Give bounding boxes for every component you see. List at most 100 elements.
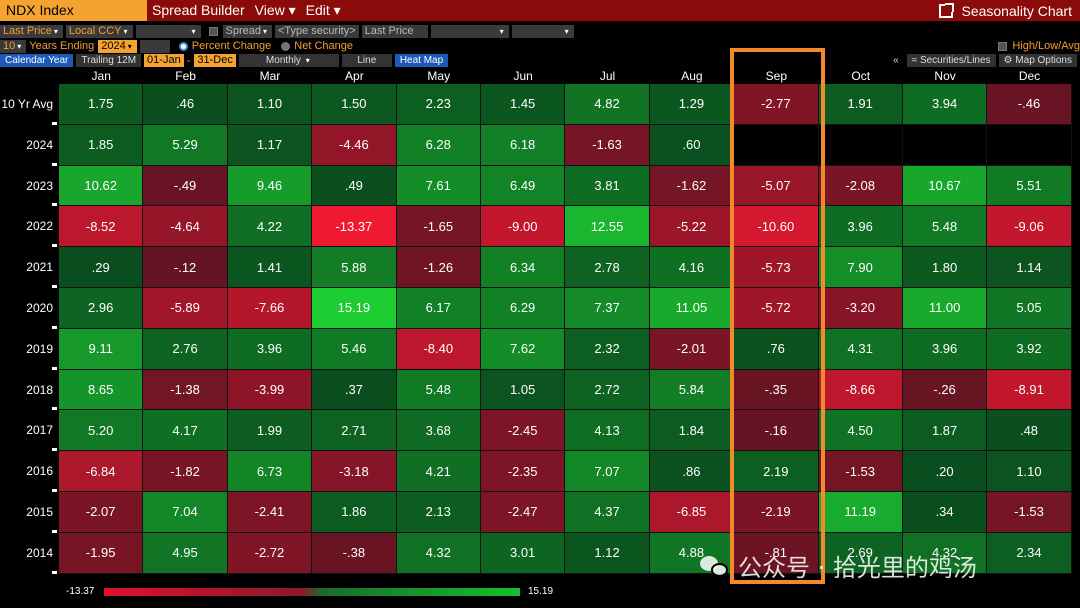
collapse-button[interactable]: « <box>888 54 904 67</box>
heat-map-cell[interactable]: -8.40 <box>396 328 481 370</box>
heat-map-cell[interactable]: .49 <box>312 165 397 207</box>
heat-map-cell[interactable]: 4.31 <box>818 328 903 370</box>
heat-map-cell[interactable]: 7.90 <box>818 247 903 288</box>
heat-map-cell[interactable]: 15.19 <box>312 287 397 329</box>
high-low-avg-checkbox[interactable] <box>998 41 1008 51</box>
heat-map-cell[interactable]: -5.07 <box>734 165 819 207</box>
heat-map-cell[interactable]: -13.37 <box>312 206 397 248</box>
heat-map-cell[interactable]: 1.05 <box>480 369 566 411</box>
heat-map-cell[interactable]: -1.82 <box>143 451 228 492</box>
heat-map-cell[interactable]: -9.00 <box>480 206 566 248</box>
heat-map-cell[interactable]: -3.99 <box>227 369 313 411</box>
heat-map-cell[interactable]: -8.52 <box>59 206 144 248</box>
edit-menu[interactable]: Edit ▾ <box>301 0 346 21</box>
heat-map-cell[interactable]: 8.65 <box>59 369 144 411</box>
heat-map-cell[interactable]: -2.41 <box>227 491 313 533</box>
heat-map-cell[interactable]: 9.46 <box>227 165 313 207</box>
heat-map-cell[interactable]: 5.48 <box>902 206 988 248</box>
start-date-field[interactable]: 01-Jan <box>144 54 184 67</box>
heat-map-cell[interactable]: -7.66 <box>227 287 313 329</box>
heat-map-cell[interactable]: -2.47 <box>480 491 566 533</box>
heat-map-cell[interactable]: 1.86 <box>312 491 397 533</box>
heat-map-cell[interactable]: .29 <box>59 247 144 288</box>
heat-map-cell[interactable]: 6.29 <box>480 287 566 329</box>
line-button[interactable]: Line <box>341 54 392 67</box>
heat-map-cell[interactable]: 3.68 <box>396 410 481 452</box>
heat-map-cell[interactable]: 3.01 <box>480 532 566 574</box>
heat-map-cell[interactable]: 1.87 <box>902 410 988 452</box>
price-field-select[interactable]: Last Price ▾ <box>0 24 63 38</box>
heat-map-cell[interactable]: -.38 <box>312 532 397 574</box>
currency-select[interactable]: Local CCY ▾ <box>65 24 133 38</box>
heat-map-cell[interactable]: 1.84 <box>649 410 735 452</box>
heat-map-cell[interactable]: 9.11 <box>59 328 144 370</box>
heat-map-cell[interactable]: 4.37 <box>565 491 650 533</box>
heat-map-cell[interactable]: 1.41 <box>227 247 313 288</box>
heat-map-cell[interactable]: 4.16 <box>649 247 735 288</box>
third-select[interactable]: ▾ <box>511 24 574 38</box>
heat-map-cell[interactable]: 7.61 <box>396 165 481 207</box>
heat-map-cell[interactable]: 1.10 <box>227 84 313 125</box>
heat-map-cell[interactable]: 10.67 <box>902 165 988 207</box>
heat-map-cell[interactable]: 1.14 <box>987 247 1072 288</box>
heat-map-cell[interactable]: 1.17 <box>227 124 313 166</box>
heat-map-cell[interactable]: 1.50 <box>312 84 397 125</box>
heat-map-cell[interactable]: 7.04 <box>143 491 228 533</box>
heat-map-cell[interactable]: -.26 <box>902 369 988 411</box>
heat-map-cell[interactable]: 3.92 <box>987 328 1072 370</box>
heat-map-cell[interactable]: 3.96 <box>227 328 313 370</box>
spread-checkbox[interactable] <box>208 26 218 36</box>
heat-map-cell[interactable]: -6.84 <box>59 451 144 492</box>
heat-map-cell[interactable]: .34 <box>902 491 988 533</box>
heat-map-cell[interactable]: 4.21 <box>396 451 481 492</box>
heat-map-cell[interactable]: .48 <box>987 410 1072 452</box>
heat-map-cell[interactable]: -2.08 <box>818 165 903 207</box>
second-price-select[interactable]: Last Price <box>361 24 428 38</box>
heat-map-cell[interactable]: 2.23 <box>396 84 481 125</box>
heat-map-cell[interactable]: -10.60 <box>734 206 819 248</box>
second-currency-select[interactable]: ▾ <box>430 24 509 38</box>
frequency-select[interactable]: Monthly ▾ <box>238 54 339 67</box>
heat-map-cell[interactable]: -2.72 <box>227 532 313 574</box>
heat-map-cell[interactable]: 1.29 <box>649 84 735 125</box>
heat-map-cell[interactable]: 1.10 <box>987 451 1072 492</box>
heat-map-cell[interactable]: 6.73 <box>227 451 313 492</box>
heat-map-cell[interactable]: 2.71 <box>312 410 397 452</box>
heat-map-cell[interactable]: -5.22 <box>649 206 735 248</box>
heat-map-cell[interactable]: -1.63 <box>565 124 650 166</box>
heat-map-cell[interactable]: .60 <box>649 124 735 166</box>
heat-map-cell[interactable]: 2.34 <box>987 532 1072 574</box>
heat-map-cell[interactable]: -2.45 <box>480 410 566 452</box>
heat-map-cell[interactable]: -2.19 <box>734 491 819 533</box>
heat-map-cell[interactable]: 2.76 <box>143 328 228 370</box>
heat-map-cell[interactable]: 4.17 <box>143 410 228 452</box>
heat-map-cell[interactable]: -3.20 <box>818 287 903 329</box>
spread-builder-menu[interactable]: Spread Builder <box>147 0 250 21</box>
calendar-year-button[interactable]: Calendar Year <box>0 54 74 67</box>
heat-map-cell[interactable]: -.46 <box>987 84 1072 125</box>
heat-map-cell[interactable]: 3.96 <box>818 206 903 248</box>
heat-map-cell[interactable] <box>902 124 988 166</box>
heat-map-cell[interactable]: .46 <box>143 84 228 125</box>
spread-select[interactable]: Spread ▾ <box>222 24 272 38</box>
heat-map-cell[interactable]: 7.37 <box>565 287 650 329</box>
heat-map-cell[interactable]: -1.95 <box>59 532 144 574</box>
heat-map-cell[interactable]: -5.89 <box>143 287 228 329</box>
heat-map-cell[interactable]: 2.32 <box>565 328 650 370</box>
net-change-radio[interactable] <box>281 41 291 51</box>
heat-map-cell[interactable]: -2.07 <box>59 491 144 533</box>
heat-map-cell[interactable]: 1.45 <box>480 84 566 125</box>
heat-map-cell[interactable]: 5.29 <box>143 124 228 166</box>
heat-map-cell[interactable]: 4.50 <box>818 410 903 452</box>
heat-map-cell[interactable]: .86 <box>649 451 735 492</box>
heat-map-cell[interactable]: .76 <box>734 328 819 370</box>
heat-map-cell[interactable]: 5.48 <box>396 369 481 411</box>
heat-map-cell[interactable]: 6.28 <box>396 124 481 166</box>
heat-map-cell[interactable]: .37 <box>312 369 397 411</box>
heat-map-cell[interactable]: 3.94 <box>902 84 988 125</box>
heat-map-cell[interactable]: -.35 <box>734 369 819 411</box>
heat-map-cell[interactable] <box>987 124 1072 166</box>
heat-map-cell[interactable]: 1.91 <box>818 84 903 125</box>
heat-map-cell[interactable]: -2.77 <box>734 84 819 125</box>
heat-map-cell[interactable]: 2.19 <box>734 451 819 492</box>
